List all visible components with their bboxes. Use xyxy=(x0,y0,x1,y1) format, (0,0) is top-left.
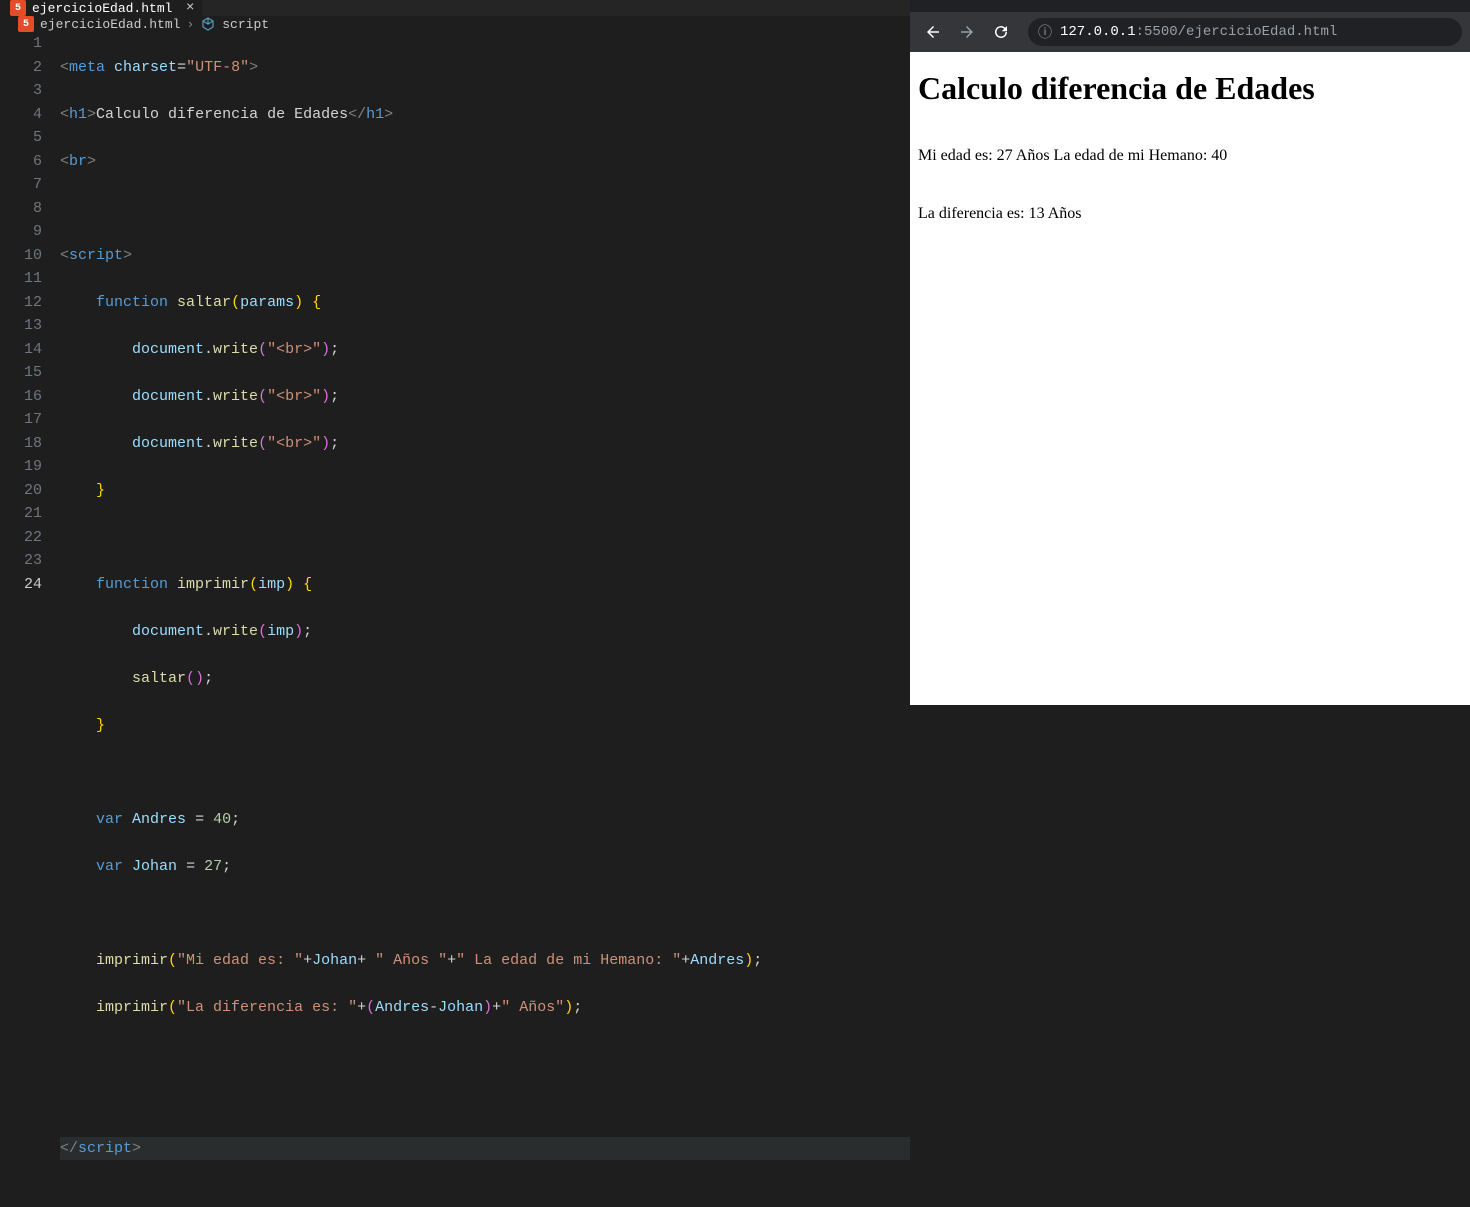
breadcrumb-file: ejercicioEdad.html xyxy=(40,17,180,32)
html-file-icon: 5 xyxy=(10,0,26,16)
browser-tab-strip[interactable] xyxy=(910,0,1470,12)
site-info-icon[interactable]: ⓘ xyxy=(1038,22,1052,42)
forward-button[interactable] xyxy=(952,17,982,47)
output-line-1: Mi edad es: 27 Años La edad de mi Hemano… xyxy=(918,145,1462,167)
browser-toolbar: ⓘ 127.0.0.1:5500/ejercicioEdad.html xyxy=(910,12,1470,52)
breadcrumb[interactable]: 5 ejercicioEdad.html › script xyxy=(0,16,910,32)
code-editor-panel: 5 ejercicioEdad.html × 5 ejercicioEdad.h… xyxy=(0,0,910,705)
line-gutter: 1 2 3 4 5 6 7 8 9 10 11 12 13 14 15 16 1… xyxy=(0,32,60,1207)
page-heading: Calculo diferencia de Edades xyxy=(918,70,1462,107)
reload-button[interactable] xyxy=(986,17,1016,47)
address-bar[interactable]: ⓘ 127.0.0.1:5500/ejercicioEdad.html xyxy=(1028,18,1462,46)
code-content[interactable]: <meta charset="UTF-8"> <h1>Calculo difer… xyxy=(60,32,910,1207)
breadcrumb-symbol: script xyxy=(222,17,269,32)
output-line-2: La diferencia es: 13 Años xyxy=(918,203,1462,225)
browser-panel: ⓘ 127.0.0.1:5500/ejercicioEdad.html Calc… xyxy=(910,0,1470,705)
tab-filename: ejercicioEdad.html xyxy=(32,1,172,16)
rendered-page: Calculo diferencia de Edades Mi edad es:… xyxy=(910,52,1470,705)
close-icon[interactable]: × xyxy=(186,0,194,16)
symbol-icon xyxy=(200,16,216,32)
code-area[interactable]: 1 2 3 4 5 6 7 8 9 10 11 12 13 14 15 16 1… xyxy=(0,32,910,1207)
reload-icon xyxy=(992,23,1010,41)
arrow-right-icon xyxy=(958,23,976,41)
editor-tab-active[interactable]: 5 ejercicioEdad.html × xyxy=(0,0,202,16)
editor-tab-bar: 5 ejercicioEdad.html × xyxy=(0,0,910,16)
back-button[interactable] xyxy=(918,17,948,47)
chevron-right-icon: › xyxy=(186,17,194,32)
arrow-left-icon xyxy=(924,23,942,41)
url-text: 127.0.0.1:5500/ejercicioEdad.html xyxy=(1060,24,1337,40)
html-file-icon: 5 xyxy=(18,16,34,32)
